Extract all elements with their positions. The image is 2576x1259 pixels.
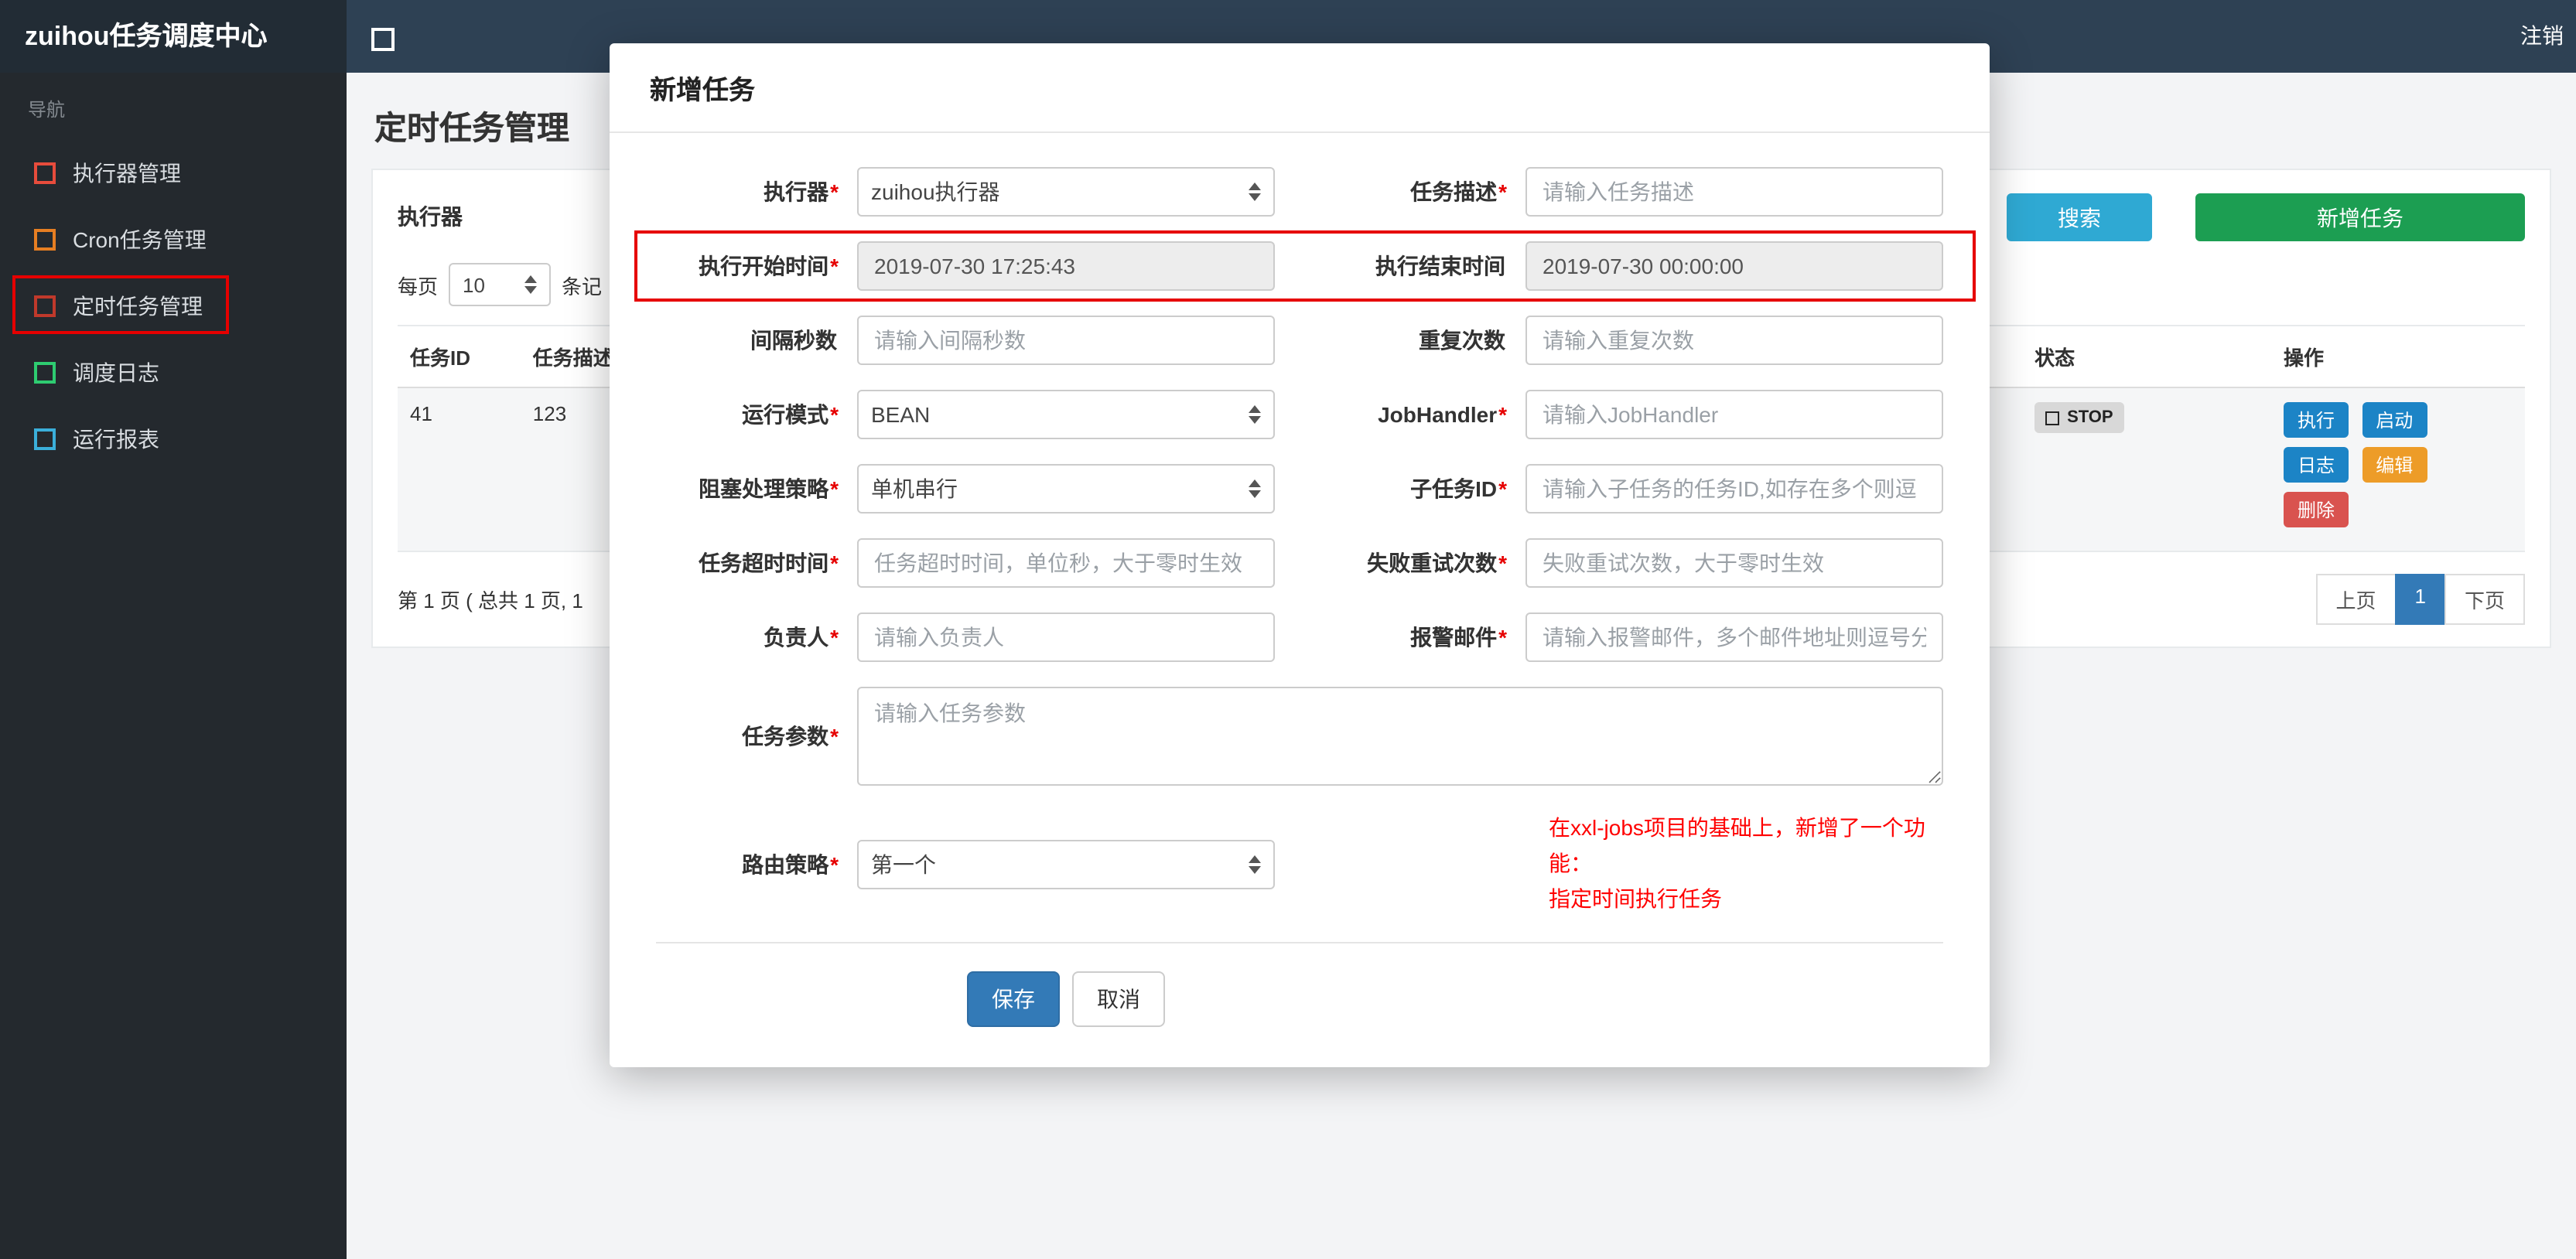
next-page-button[interactable]: 下页 <box>2444 574 2525 625</box>
col-header-task-id: 任务ID <box>398 325 521 388</box>
sidebar-toggle-icon[interactable] <box>371 28 395 51</box>
sidebar-item-executor-manage[interactable]: 执行器管理 <box>0 139 347 206</box>
page-number-button[interactable]: 1 <box>2394 574 2446 625</box>
select-caret-icon <box>1249 405 1261 424</box>
route-strategy-label: 路由策略 * <box>742 851 839 877</box>
select-value: BEAN <box>871 402 931 427</box>
executor-label: 执行器 * <box>764 179 839 204</box>
task-params-textarea[interactable] <box>857 687 1943 786</box>
owner-label: 负责人 * <box>764 625 839 650</box>
sidebar-item-label: Cron任务管理 <box>73 227 207 251</box>
feature-note: 在xxl-jobs项目的基础上，新增了一个功能： 指定时间执行任务 <box>1549 810 1943 918</box>
fail-retry-input[interactable] <box>1525 538 1943 588</box>
sidebar-item-label: 调度日志 <box>73 360 159 384</box>
task-params-label: 任务参数 * <box>742 724 839 749</box>
select-value: 第一个 <box>871 851 936 877</box>
sidebar: 导航 执行器管理 Cron任务管理 定时任务管理 调度日志 运行报表 <box>0 73 347 1259</box>
modal-divider <box>656 942 1943 944</box>
route-strategy-select[interactable]: 第一个 <box>857 839 1275 889</box>
pagination-summary: 第 1 页 ( 总共 1 页, 1 <box>398 589 583 612</box>
col-header-actions: 操作 <box>2271 325 2525 388</box>
col-header-status: 状态 <box>2022 325 2271 388</box>
child-task-label: 子任务ID * <box>1410 476 1507 501</box>
status-badge: STOP <box>2034 402 2124 433</box>
end-time-label: 执行结束时间 <box>1375 254 1505 278</box>
feature-note-line2: 指定时间执行任务 <box>1549 886 1722 912</box>
cell-actions: 执行 启动 日志 编辑 删除 <box>2271 387 2525 552</box>
timeout-label: 任务超时时间 * <box>699 551 839 575</box>
sidebar-item-label: 定时任务管理 <box>73 293 203 318</box>
end-time-input[interactable] <box>1525 241 1943 291</box>
search-button[interactable]: 搜索 <box>2007 193 2152 241</box>
sidebar-item-run-report[interactable]: 运行报表 <box>0 405 347 472</box>
square-icon <box>34 162 56 183</box>
child-task-input[interactable] <box>1525 464 1943 513</box>
edit-button[interactable]: 编辑 <box>2362 447 2427 483</box>
sidebar-section-label: 导航 <box>28 99 66 121</box>
cell-task-id: 41 <box>398 387 521 552</box>
pagination: 上页 1 下页 <box>2315 574 2525 625</box>
start-button[interactable]: 启动 <box>2362 402 2427 438</box>
alarm-email-label: 报警邮件 * <box>1410 625 1507 650</box>
select-caret-icon <box>1249 183 1261 201</box>
fail-retry-label: 失败重试次数 * <box>1367 551 1507 575</box>
run-button[interactable]: 执行 <box>2284 402 2349 438</box>
sidebar-item-timed-task-manage[interactable]: 定时任务管理 <box>0 272 347 339</box>
per-page-suffix-label: 条记 <box>562 275 603 298</box>
cell-status: STOP <box>2022 387 2271 552</box>
logout-link[interactable]: 注销 <box>2520 0 2564 73</box>
sidebar-item-label: 执行器管理 <box>73 160 181 185</box>
start-time-label: 执行开始时间 * <box>699 254 839 278</box>
task-desc-input[interactable] <box>1525 167 1943 217</box>
select-value: zuihou执行器 <box>871 179 1000 204</box>
repeat-count-label: 重复次数 <box>1419 328 1505 353</box>
square-icon <box>34 361 56 383</box>
select-caret-icon <box>524 275 538 294</box>
repeat-count-input[interactable] <box>1525 316 1943 365</box>
select-caret-icon <box>1249 855 1261 874</box>
feature-note-line1: 在xxl-jobs项目的基础上，新增了一个功能： <box>1549 815 1925 876</box>
sidebar-item-schedule-log[interactable]: 调度日志 <box>0 339 347 405</box>
add-task-button[interactable]: 新增任务 <box>2195 193 2525 241</box>
delete-button[interactable]: 删除 <box>2284 492 2349 527</box>
app-title: zuihou任务调度中心 <box>0 0 347 73</box>
timeout-input[interactable] <box>857 538 1275 588</box>
executor-filter-label: 执行器 <box>398 204 463 229</box>
cancel-button[interactable]: 取消 <box>1072 971 1165 1028</box>
task-desc-label: 任务描述 * <box>1410 179 1507 204</box>
interval-input[interactable] <box>857 316 1275 365</box>
interval-label: 间隔秒数 <box>750 328 837 353</box>
per-page-value: 10 <box>463 273 485 296</box>
select-caret-icon <box>1249 479 1261 498</box>
per-page-select[interactable]: 10 <box>449 263 552 306</box>
run-mode-select[interactable]: BEAN <box>857 390 1275 439</box>
sidebar-item-cron-task-manage[interactable]: Cron任务管理 <box>0 206 347 272</box>
prev-page-button[interactable]: 上页 <box>2315 574 2397 625</box>
block-strategy-label: 阻塞处理策略 * <box>699 476 839 501</box>
square-icon <box>34 295 56 316</box>
per-page-prefix-label: 每页 <box>398 275 439 298</box>
owner-input[interactable] <box>857 612 1275 662</box>
select-value: 单机串行 <box>871 476 958 501</box>
save-button[interactable]: 保存 <box>967 971 1060 1028</box>
alarm-email-input[interactable] <box>1525 612 1943 662</box>
sidebar-item-label: 运行报表 <box>73 426 159 451</box>
square-icon <box>34 228 56 250</box>
add-task-modal: 新增任务 执行器* zuihou执行器 任务描述* 执行开始时间* 执行结束时间 <box>610 43 1990 1068</box>
run-mode-label: 运行模式 * <box>742 402 839 427</box>
modal-title: 新增任务 <box>610 43 1990 133</box>
block-strategy-select[interactable]: 单机串行 <box>857 464 1275 513</box>
log-button[interactable]: 日志 <box>2284 447 2349 483</box>
square-icon <box>2045 411 2060 425</box>
start-time-input[interactable] <box>857 241 1275 291</box>
executor-select[interactable]: zuihou执行器 <box>857 167 1275 217</box>
square-icon <box>34 428 56 449</box>
jobhandler-label: JobHandler * <box>1378 402 1507 427</box>
jobhandler-input[interactable] <box>1525 390 1943 439</box>
